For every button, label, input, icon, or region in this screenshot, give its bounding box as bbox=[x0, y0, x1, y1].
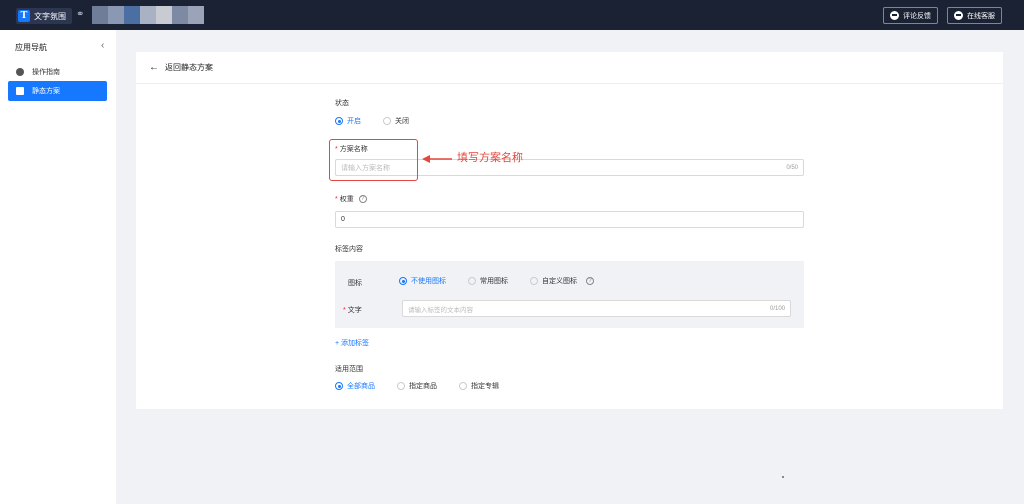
icon-radio-group: 不使用图标 常用图标 自定义图标 ? bbox=[399, 276, 594, 286]
tag-text-input[interactable]: 请输入标签的文本内容 0/100 bbox=[402, 300, 791, 317]
help-icon[interactable]: ? bbox=[586, 277, 594, 285]
icon-label: 图标 bbox=[348, 280, 362, 287]
stray-dot bbox=[782, 476, 784, 478]
annotation-highlight-box bbox=[329, 139, 418, 181]
scope-album-radio[interactable] bbox=[459, 382, 467, 390]
annotation-arrow-icon bbox=[422, 155, 452, 163]
status-radio-group: 开启 关闭 bbox=[335, 116, 409, 126]
add-tag-button[interactable]: + 添加标签 bbox=[335, 338, 369, 348]
custom-icon-radio[interactable] bbox=[530, 277, 538, 285]
tag-content-label: 标签内容 bbox=[335, 246, 363, 253]
arrow-left-icon: ← bbox=[149, 62, 159, 73]
headset-icon bbox=[954, 11, 963, 20]
compass-icon bbox=[16, 68, 24, 76]
tag-content-panel: 图标 不使用图标 常用图标 自定义图标 ? * 文字 请输入标签的文本内容 0/1… bbox=[335, 261, 804, 328]
document-icon bbox=[16, 87, 24, 95]
scope-product-radio[interactable] bbox=[397, 382, 405, 390]
scope-all-radio[interactable] bbox=[335, 382, 343, 390]
app-title: 文字氛围 bbox=[34, 11, 66, 21]
app-logo-icon: T bbox=[18, 10, 30, 22]
sidebar-item-static-plan[interactable]: 静态方案 bbox=[8, 81, 107, 101]
app-logo[interactable]: T 文字氛围 bbox=[16, 8, 72, 24]
help-icon[interactable]: ? bbox=[358, 195, 367, 204]
text-label: * 文字 bbox=[343, 307, 362, 314]
collapse-chevron-icon[interactable]: ‹ bbox=[101, 40, 104, 51]
annotation-text: 填写方案名称 bbox=[457, 152, 523, 164]
feedback-button[interactable]: 评论反馈 bbox=[883, 7, 938, 24]
common-icon-radio[interactable] bbox=[468, 277, 476, 285]
chat-icon bbox=[890, 11, 899, 20]
content-card: ← 返回静态方案 状态 开启 关闭 * 方案名称 请输入方案名称 0/50 填写方… bbox=[136, 52, 1003, 409]
status-close-radio[interactable] bbox=[383, 117, 391, 125]
blurred-shop-name bbox=[92, 6, 204, 24]
back-link[interactable]: ← 返回静态方案 bbox=[136, 52, 1003, 84]
sidebar: 应用导航 ‹ 操作指南 静态方案 bbox=[0, 30, 116, 504]
status-open-radio[interactable] bbox=[335, 117, 343, 125]
scope-radio-group: 全部商品 指定商品 指定专辑 bbox=[335, 381, 499, 391]
online-service-button[interactable]: 在线客服 bbox=[947, 7, 1002, 24]
no-icon-radio[interactable] bbox=[399, 277, 407, 285]
tag-text-count: 0/100 bbox=[769, 305, 785, 312]
weight-label: * 权重? bbox=[335, 194, 367, 204]
scope-label: 适用范围 bbox=[335, 366, 363, 373]
plan-name-count: 0/50 bbox=[786, 164, 798, 171]
top-bar: T 文字氛围 ⚭ 评论反馈 在线客服 bbox=[0, 0, 1024, 30]
weight-input[interactable]: 0 bbox=[335, 211, 804, 228]
sidebar-item-guide[interactable]: 操作指南 bbox=[8, 62, 107, 82]
status-label: 状态 bbox=[335, 100, 349, 107]
link-icon[interactable]: ⚭ bbox=[76, 10, 86, 20]
sidebar-title: 应用导航 bbox=[15, 43, 47, 52]
